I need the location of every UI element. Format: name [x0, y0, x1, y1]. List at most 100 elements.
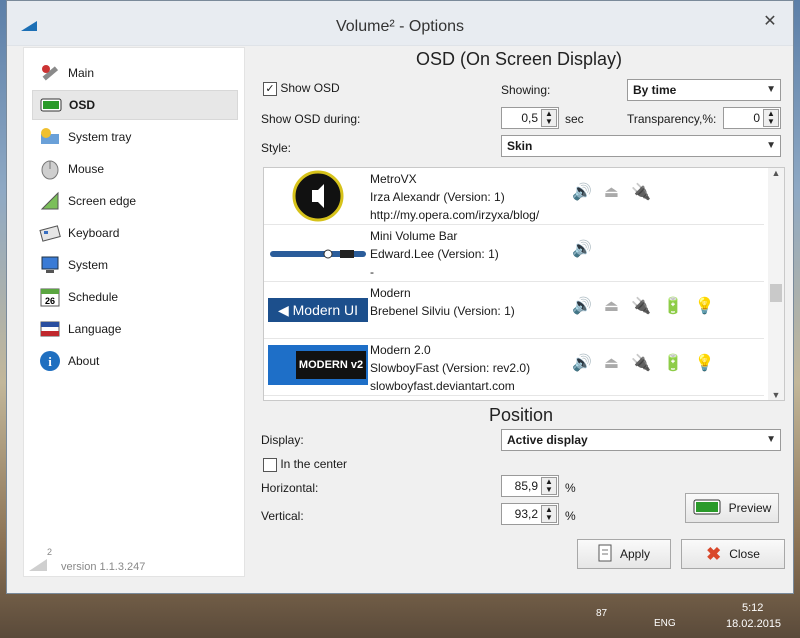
taskbar: 87 ENG 5:12 18.02.2015	[0, 596, 800, 638]
skin-name: MetroVX	[370, 172, 417, 186]
vertical-stepper[interactable]: 93,2 ▲ ▼	[501, 503, 559, 525]
transparency-stepper[interactable]: 0 ▲ ▼	[723, 107, 781, 129]
eject-icon: ⏏	[603, 184, 620, 201]
transparency-label: Transparency,%:	[627, 112, 717, 126]
skin-thumbnail	[268, 170, 368, 222]
style-select[interactable]: Skin ▼	[501, 135, 781, 157]
horizontal-percent: %	[565, 481, 576, 495]
chevron-down-icon: ▼	[766, 434, 776, 445]
scroll-up-icon[interactable]: ▲	[768, 168, 784, 178]
sidebar-item-label: About	[68, 354, 100, 368]
skin-capabilities: 🔊 ⏏ 🔌 🔋 💡	[572, 296, 715, 316]
show-osd-checkbox-row[interactable]: ✓ Show OSD	[263, 81, 340, 96]
display-select[interactable]: Active display ▼	[501, 429, 781, 451]
bulb-icon: 💡	[694, 298, 715, 315]
speaker-icon: 🔊	[572, 355, 592, 372]
showing-label: Showing:	[501, 83, 551, 97]
bulb-icon: 💡	[694, 355, 715, 372]
stepper-arrows-icon[interactable]: ▲ ▼	[541, 477, 557, 495]
sidebar-item-label: OSD	[69, 98, 96, 112]
clock-time[interactable]: 5:12	[742, 602, 763, 614]
show-during-value: 0,5	[521, 111, 538, 125]
sidebar-item-language[interactable]: Language	[32, 314, 238, 344]
show-osd-checkbox[interactable]: ✓	[263, 81, 277, 96]
document-icon	[598, 544, 612, 565]
sidebar-item-system-tray[interactable]: System tray	[32, 122, 238, 152]
sidebar-item-keyboard[interactable]: Keyboard	[32, 218, 238, 248]
chevron-down-icon: ▼	[766, 140, 776, 151]
skin-thumbnail: ◀ Modern UI	[268, 284, 368, 336]
showing-value: By time	[633, 83, 677, 97]
sidebar-item-schedule[interactable]: 26 Schedule	[32, 282, 238, 312]
showing-select[interactable]: By time ▼	[627, 79, 781, 101]
list-item[interactable]: ◀ Modern UI Modern Brebenel Silviu (Vers…	[264, 282, 764, 339]
skin-author: Edward.Lee (Version: 1)	[370, 247, 499, 261]
sidebar: Main OSD System tray Mouse Screen edge K…	[23, 47, 245, 577]
chevron-down-icon: ▼	[766, 84, 776, 95]
keyboard-icon	[38, 221, 62, 245]
scrollbar-thumb[interactable]	[770, 284, 782, 302]
vertical-percent: %	[565, 509, 576, 523]
style-value: Skin	[507, 139, 533, 153]
osd-icon	[693, 499, 721, 518]
close-icon: ✖	[706, 543, 722, 564]
horizontal-stepper[interactable]: 85,9 ▲ ▼	[501, 475, 559, 497]
horizontal-value: 85,9	[514, 479, 538, 493]
display-value: Active display	[507, 433, 588, 447]
close-button[interactable]: ✖ Close	[681, 539, 785, 569]
speaker-icon: 🔊	[572, 241, 592, 258]
transparency-value: 0	[753, 111, 760, 125]
eject-icon: ⏏	[603, 298, 620, 315]
skin-thumbnail	[268, 227, 368, 279]
list-item[interactable]: Mini Volume Bar Edward.Lee (Version: 1) …	[264, 225, 764, 282]
sidebar-item-label: Keyboard	[68, 226, 120, 240]
sidebar-item-osd[interactable]: OSD	[32, 90, 238, 120]
stepper-arrows-icon[interactable]: ▲ ▼	[541, 109, 557, 127]
sidebar-item-about[interactable]: i About	[32, 346, 238, 376]
sidebar-item-label: System tray	[68, 130, 132, 144]
skin-name: Modern	[370, 286, 411, 300]
skin-name: Modern 2.0	[370, 343, 431, 357]
skin-author: Irza Alexandr (Version: 1)	[370, 190, 505, 204]
mouse-icon	[38, 157, 62, 181]
center-checkbox-row[interactable]: In the center	[263, 457, 347, 472]
scroll-down-icon[interactable]: ▼	[768, 390, 784, 400]
options-window: Volume² - Options ✕ Main OSD System tray…	[6, 0, 794, 594]
stepper-arrows-icon[interactable]: ▲ ▼	[763, 109, 779, 127]
stepper-arrows-icon[interactable]: ▲ ▼	[541, 505, 557, 523]
show-during-stepper[interactable]: 0,5 ▲ ▼	[501, 107, 559, 129]
language-indicator[interactable]: ENG	[654, 618, 676, 629]
vertical-value: 93,2	[514, 507, 538, 521]
title-bar: Volume² - Options ✕	[7, 1, 793, 46]
style-label: Style:	[261, 141, 292, 155]
show-during-label: Show OSD during:	[261, 112, 361, 126]
skin-list-scrollbar[interactable]: ▲ ▼	[768, 168, 784, 400]
list-item[interactable]: MetroVX Irza Alexandr (Version: 1) http:…	[264, 168, 764, 225]
skin-list[interactable]: MetroVX Irza Alexandr (Version: 1) http:…	[263, 167, 785, 401]
apply-button[interactable]: Apply	[577, 539, 671, 569]
skin-url: http://my.opera.com/irzyxa/blog/	[370, 208, 540, 222]
osd-icon	[39, 93, 63, 117]
window-close-button[interactable]: ✕	[761, 13, 779, 31]
preview-label: Preview	[728, 501, 772, 515]
clock-date[interactable]: 18.02.2015	[726, 618, 781, 630]
skin-author: Brebenel Silviu (Version: 1)	[370, 304, 515, 318]
version-label: version 1.1.3.247	[61, 561, 146, 573]
sidebar-item-system[interactable]: System	[32, 250, 238, 280]
osd-section-title: OSD (On Screen Display)	[415, 49, 623, 69]
skin-thumb-label: Modern UI	[292, 302, 358, 318]
sidebar-item-screen-edge[interactable]: Screen edge	[32, 186, 238, 216]
position-section-title: Position	[488, 405, 554, 425]
sidebar-item-label: Schedule	[68, 290, 119, 304]
list-item[interactable]: MODERN v2 Modern 2.0 SlowboyFast (Versio…	[264, 339, 764, 396]
tray-number: 87	[596, 608, 608, 619]
system-icon	[38, 253, 62, 277]
show-osd-label: Show OSD	[280, 81, 340, 95]
skin-capabilities: 🔊 ⏏ 🔌	[572, 182, 651, 202]
center-checkbox[interactable]	[263, 457, 277, 472]
skin-capabilities: 🔊	[572, 239, 592, 259]
sidebar-item-main[interactable]: Main	[32, 58, 238, 88]
preview-button[interactable]: Preview	[685, 493, 779, 523]
sidebar-item-mouse[interactable]: Mouse	[32, 154, 238, 184]
skin-thumbnail: MODERN v2	[268, 341, 368, 393]
